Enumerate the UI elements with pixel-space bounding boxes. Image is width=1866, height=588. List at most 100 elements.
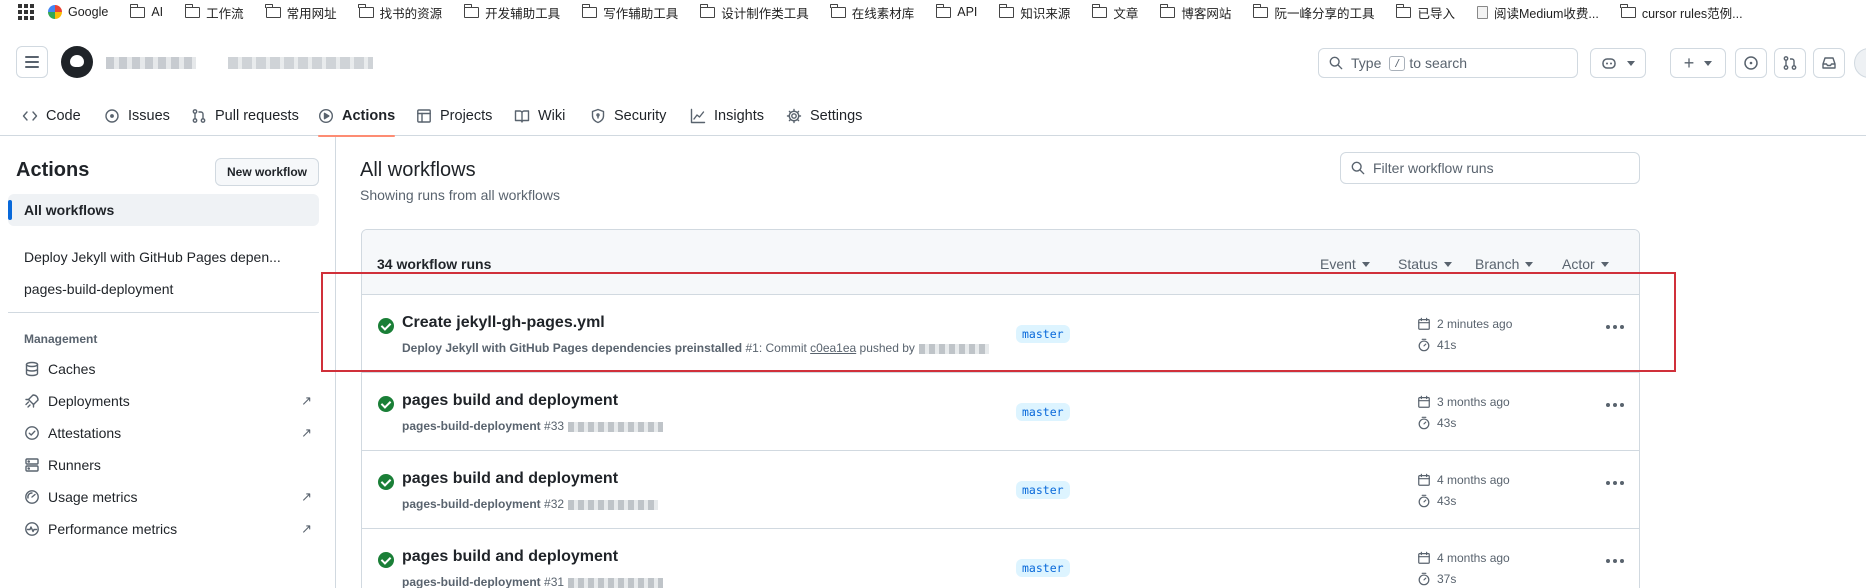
filter-actor-dropdown[interactable]: Actor	[1562, 256, 1609, 272]
run-title-link[interactable]: pages build and deployment	[402, 470, 618, 488]
sidebar-item-caches[interactable]: Caches	[24, 361, 312, 377]
inbox-button[interactable]	[1813, 48, 1845, 78]
folder-icon	[998, 3, 1015, 18]
run-title-link[interactable]: pages build and deployment	[402, 392, 618, 410]
chevron-down-icon	[1443, 261, 1452, 267]
sidebar-item-deployments[interactable]: Deployments ↗	[24, 393, 312, 409]
global-header: Type / to search +	[0, 38, 1866, 90]
play-icon	[318, 108, 334, 124]
check-circle-fill-icon	[378, 552, 394, 568]
run-workflow-name[interactable]: pages-build-deployment	[402, 575, 541, 588]
global-search-input[interactable]: Type / to search	[1318, 48, 1578, 78]
run-workflow-name[interactable]: pages-build-deployment	[402, 419, 541, 433]
filter-branch-dropdown[interactable]: Branch	[1475, 256, 1534, 272]
bookmark-item[interactable]: 工作流	[184, 3, 244, 22]
filter-workflow-runs-input[interactable]: Filter workflow runs	[1340, 152, 1640, 184]
calendar-icon	[1417, 395, 1431, 409]
bookmark-item[interactable]: 在线素材库	[830, 3, 914, 22]
sidebar-item-performance-metrics[interactable]: Performance metrics ↗	[24, 521, 312, 537]
run-time-label: 3 months ago	[1437, 395, 1510, 409]
tab-issues[interactable]: Issues	[104, 96, 170, 136]
branch-label[interactable]: master	[1016, 559, 1070, 577]
tab-security[interactable]: Security	[590, 96, 666, 136]
book-icon	[514, 108, 530, 124]
bookmark-label: 博客网站	[1181, 6, 1232, 21]
menu-button[interactable]	[16, 46, 48, 78]
bookmark-item[interactable]: cursor rules范例...	[1620, 3, 1743, 22]
pull-requests-button[interactable]	[1774, 48, 1806, 78]
kebab-horizontal-icon[interactable]	[1606, 403, 1624, 407]
bookmark-label: cursor rules范例...	[1641, 6, 1743, 21]
bookmark-item[interactable]: 已导入	[1395, 3, 1455, 22]
sidebar-item-workflow[interactable]: Deploy Jekyll with GitHub Pages depen...	[24, 249, 281, 265]
chevron-down-icon	[1525, 261, 1534, 267]
folder-icon	[1091, 3, 1108, 18]
tab-code[interactable]: Code	[22, 96, 81, 136]
bookmark-item[interactable]: 文章	[1091, 3, 1138, 22]
tab-insights[interactable]: Insights	[690, 96, 764, 136]
actions-sidebar: Actions New workflow All workflows Deplo…	[0, 137, 336, 588]
repo-navigation: Code Issues Pull requests Actions Projects Wi…	[0, 96, 1866, 137]
github-logo-icon[interactable]	[61, 46, 93, 78]
run-number: #32	[544, 497, 565, 511]
tab-projects[interactable]: Projects	[416, 96, 492, 136]
actor-name-redacted	[568, 421, 664, 432]
run-time: 4 months ago	[1417, 551, 1510, 565]
kebab-horizontal-icon[interactable]	[1606, 559, 1624, 563]
bookmark-item[interactable]: AI	[129, 3, 163, 19]
apps-grid-icon[interactable]	[18, 4, 34, 20]
folder-icon	[265, 3, 281, 18]
folder-icon	[1620, 3, 1636, 18]
run-time-label: 4 months ago	[1437, 473, 1510, 487]
copilot-button[interactable]	[1590, 48, 1646, 78]
tab-label: Projects	[440, 108, 493, 124]
bookmark-item[interactable]: 阮一峰分享的工具	[1252, 3, 1374, 22]
tab-pull-requests[interactable]: Pull requests	[191, 96, 299, 136]
run-workflow-name[interactable]: pages-build-deployment	[402, 497, 541, 511]
filter-status-dropdown[interactable]: Status	[1398, 256, 1452, 272]
branch-label[interactable]: master	[1016, 481, 1070, 499]
bookmark-item[interactable]: 设计制作类工具	[699, 3, 809, 22]
tab-actions[interactable]: Actions	[318, 96, 396, 137]
kebab-horizontal-icon[interactable]	[1606, 481, 1624, 485]
repo-name-redacted[interactable]	[228, 57, 373, 69]
folder-icon	[699, 3, 716, 18]
bookmark-item[interactable]: API	[935, 3, 977, 19]
sidebar-item-workflow[interactable]: pages-build-deployment	[24, 281, 173, 297]
sidebar-item-label: Performance metrics	[48, 521, 178, 537]
sidebar-item-usage-metrics[interactable]: Usage metrics ↗	[24, 489, 312, 505]
bookmark-item[interactable]: 知识来源	[998, 3, 1070, 22]
new-workflow-button[interactable]: New workflow	[215, 158, 319, 186]
folder-icon	[1252, 3, 1269, 18]
run-title-link[interactable]: pages build and deployment	[402, 548, 618, 566]
page-title: All workflows	[360, 159, 476, 181]
tab-settings[interactable]: Settings	[786, 96, 862, 136]
search-icon	[1329, 56, 1343, 70]
actor-name-redacted	[568, 577, 664, 588]
sidebar-item-runners[interactable]: Runners	[24, 457, 312, 473]
run-duration-label: 43s	[1437, 416, 1457, 430]
run-meta: pages-build-deployment #31	[402, 575, 664, 588]
verified-icon	[24, 425, 40, 441]
bookmark-item[interactable]: Google	[48, 5, 108, 19]
issues-button[interactable]	[1735, 48, 1767, 78]
avatar[interactable]	[1854, 48, 1866, 78]
run-meta: pages-build-deployment #32	[402, 497, 659, 511]
bookmark-item[interactable]: 阅读Medium收费...	[1476, 3, 1599, 22]
sidebar-item-attestations[interactable]: Attestations ↗	[24, 425, 312, 441]
search-placeholder-pre: Type	[1351, 55, 1382, 71]
sidebar-item-all-workflows[interactable]: All workflows	[8, 194, 319, 226]
check-circle-fill-icon	[378, 396, 394, 412]
bookmark-item[interactable]: 找书的资源	[358, 3, 442, 22]
bookmark-item[interactable]: 开发辅助工具	[463, 3, 560, 22]
bookmark-item[interactable]: 常用网址	[265, 3, 337, 22]
owner-name-redacted[interactable]	[106, 57, 196, 69]
create-new-button[interactable]: +	[1670, 48, 1726, 78]
tab-wiki[interactable]: Wiki	[514, 96, 565, 136]
calendar-icon	[1417, 473, 1431, 487]
annotation-highlight-box	[321, 272, 1676, 372]
filter-event-dropdown[interactable]: Event	[1320, 256, 1370, 272]
bookmark-item[interactable]: 博客网站	[1159, 3, 1232, 22]
bookmark-item[interactable]: 写作辅助工具	[581, 3, 678, 22]
branch-label[interactable]: master	[1016, 403, 1070, 421]
